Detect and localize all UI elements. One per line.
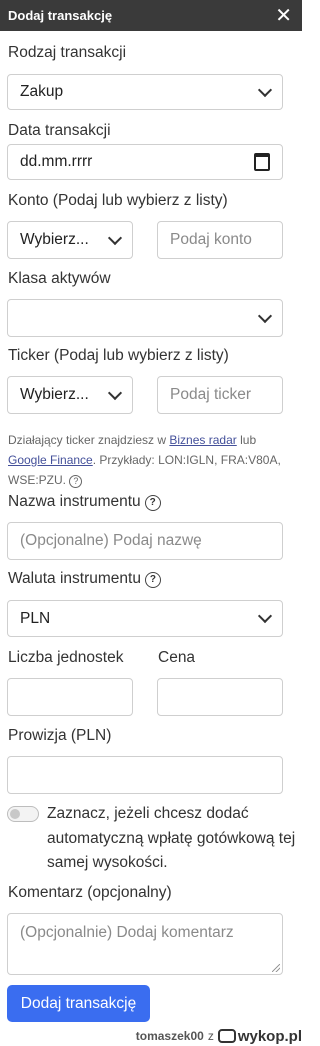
watermark-user: tomaszek00 (135, 1029, 204, 1043)
toggle-knob (10, 809, 20, 819)
commission-input[interactable] (7, 756, 283, 794)
transaction-date-label: Data transakcji (8, 122, 111, 139)
ticker-input[interactable]: Podaj ticker (157, 376, 283, 414)
units-input[interactable] (7, 678, 133, 716)
chevron-down-icon (107, 385, 123, 400)
dialog-header: Dodaj transakcję ✕ (0, 0, 302, 31)
account-input[interactable]: Podaj konto (157, 221, 283, 259)
ticker-hint: Działający ticker znajdziesz w Biznes ra… (8, 430, 298, 490)
transaction-type-label: Rodzaj transakcji (8, 44, 127, 61)
asset-class-select[interactable] (7, 299, 283, 337)
auto-deposit-label: Zaznacz, jeżeli chcesz dodać automatyczn… (47, 805, 296, 871)
instrument-currency-select[interactable]: PLN (7, 600, 283, 637)
chevron-down-icon (257, 608, 273, 624)
resize-handle[interactable] (272, 964, 280, 972)
watermark-separator: z (207, 1029, 214, 1043)
help-icon[interactable]: ? (144, 572, 161, 588)
google-finance-link[interactable]: Google Finance (8, 453, 93, 467)
transaction-date-input[interactable]: dd.mm.rrrr (7, 144, 283, 180)
calendar-icon[interactable] (254, 153, 270, 171)
add-transaction-button[interactable]: Dodaj transakcję (7, 985, 150, 1022)
instrument-currency-label-text: Waluta instrumentu (8, 570, 141, 587)
instrument-name-label-text: Nazwa instrumentu (8, 493, 141, 510)
help-icon[interactable]: ? (144, 495, 161, 511)
instrument-currency-value: PLN (20, 609, 51, 627)
dialog-title: Dodaj transakcję (8, 8, 113, 23)
commission-label: Prowizja (PLN) (8, 727, 112, 744)
hint-text: Działający ticker znajdziesz w (8, 433, 170, 447)
help-icon[interactable]: ? (69, 475, 83, 488)
ticker-select[interactable]: Wybierz... (7, 376, 133, 414)
chevron-down-icon (257, 308, 273, 323)
ticker-label: Ticker (Podaj lub wybierz z listy) (8, 347, 229, 364)
asset-class-label: Klasa aktywów (8, 270, 111, 287)
comment-textarea[interactable]: (Opcjonalnie) Dodaj komentarz (7, 913, 283, 975)
transaction-date-value: dd.mm.rrrr (20, 153, 93, 170)
units-label: Liczba jednostek (8, 649, 124, 666)
instrument-name-label: Nazwa instrumentu? (8, 493, 161, 511)
ticker-select-value: Wybierz... (20, 386, 89, 403)
biznes-radar-link[interactable]: Biznes radar (169, 433, 236, 447)
transaction-type-select[interactable]: Zakup (7, 74, 283, 110)
price-label: Cena (158, 649, 196, 666)
account-input-placeholder: Podaj konto (170, 231, 252, 248)
wykop-logo-icon (217, 1029, 236, 1043)
comment-placeholder: (Opcjonalnie) Dodaj komentarz (20, 924, 234, 941)
account-label: Konto (Podaj lub wybierz z listy) (8, 192, 228, 209)
auto-deposit-toggle[interactable] (7, 806, 39, 822)
price-input[interactable] (157, 678, 283, 716)
transaction-type-value: Zakup (20, 83, 64, 100)
chevron-down-icon (257, 82, 273, 97)
watermark: tomaszek00 z wykop.pl (136, 1026, 302, 1046)
close-icon[interactable]: ✕ (275, 6, 292, 26)
account-select[interactable]: Wybierz... (7, 221, 133, 259)
instrument-name-placeholder: (Opcjonalne) Podaj nazwę (20, 532, 202, 549)
ticker-input-placeholder: Podaj ticker (170, 386, 251, 403)
wykop-logo: wykop.pl (217, 1027, 302, 1045)
account-select-value: Wybierz... (20, 231, 89, 248)
watermark-site: wykop.pl (237, 1027, 302, 1045)
instrument-name-input[interactable]: (Opcjonalne) Podaj nazwę (7, 522, 283, 560)
chevron-down-icon (107, 230, 123, 245)
comment-label: Komentarz (opcjonalny) (8, 884, 172, 901)
hint-text: lub (236, 433, 257, 447)
instrument-currency-label: Waluta instrumentu? (8, 570, 161, 588)
